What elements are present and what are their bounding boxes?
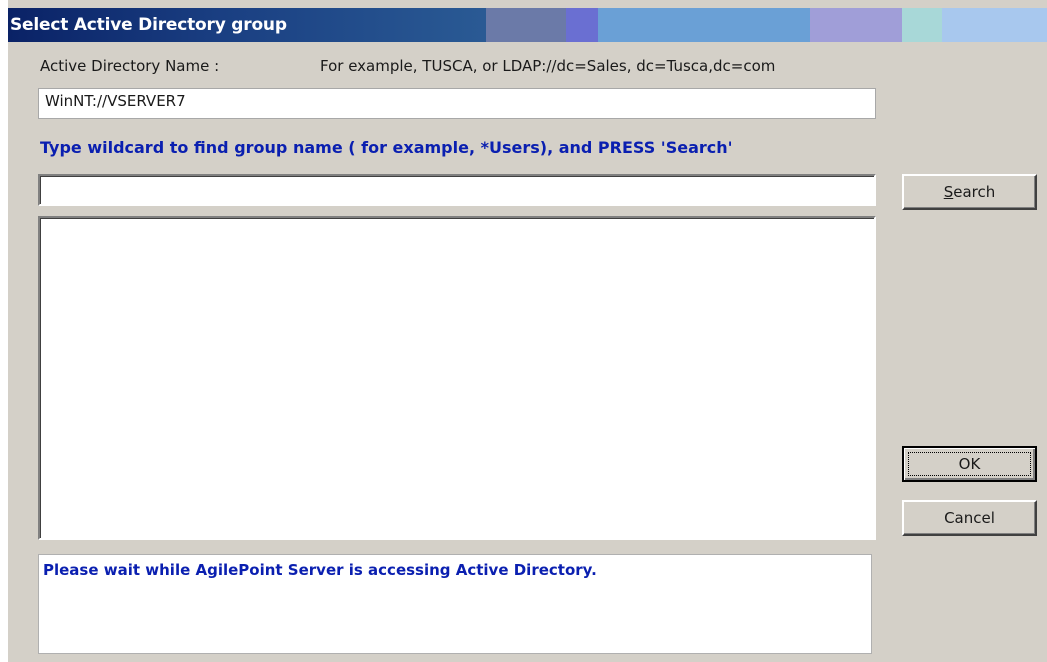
cancel-button[interactable]: Cancel xyxy=(902,500,1037,536)
search-button-label: earch xyxy=(953,183,996,201)
select-ad-group-dialog: Select Active Directory group Active Dir… xyxy=(0,0,1047,662)
title-bar-segment xyxy=(942,8,1047,42)
directory-name-input[interactable]: WinNT://VSERVER7 xyxy=(38,88,876,119)
search-button-mnemonic: S xyxy=(943,183,954,201)
cancel-button-label: Cancel xyxy=(944,509,995,527)
title-bar-segment xyxy=(810,8,902,42)
status-message-box: Please wait while AgilePoint Server is a… xyxy=(38,554,872,654)
group-results-list[interactable] xyxy=(38,216,876,540)
search-instruction: Type wildcard to find group name ( for e… xyxy=(40,138,733,157)
directory-name-label: Active Directory Name : xyxy=(40,57,220,75)
title-bar-segment xyxy=(598,8,810,42)
directory-name-example: For example, TUSCA, or LDAP://dc=Sales, … xyxy=(320,57,776,75)
status-message: Please wait while AgilePoint Server is a… xyxy=(43,561,597,579)
title-bar-segment xyxy=(566,8,598,42)
search-button[interactable]: Search xyxy=(902,174,1037,210)
ok-button-label: OK xyxy=(958,455,981,473)
title-bar-segment xyxy=(486,8,566,42)
title-bar[interactable]: Select Active Directory group xyxy=(8,8,1047,42)
dialog-title: Select Active Directory group xyxy=(10,15,287,35)
directory-name-value: WinNT://VSERVER7 xyxy=(45,92,186,110)
search-input[interactable] xyxy=(38,174,876,206)
title-bar-segment xyxy=(902,8,942,42)
ok-button[interactable]: OK xyxy=(902,446,1037,482)
